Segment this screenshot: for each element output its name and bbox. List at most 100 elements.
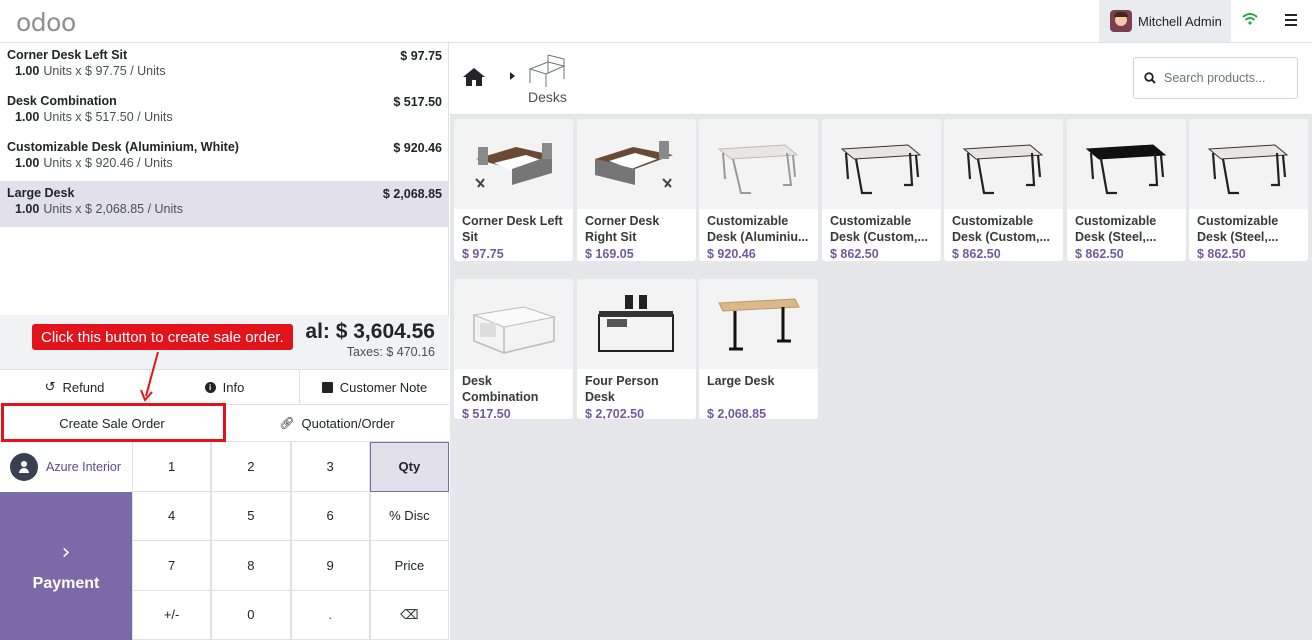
product-panel: Desks Corner Desk Left Sit $ 97.75 [450, 43, 1312, 640]
product-name: Customizable Desk (Aluminiu... [707, 214, 809, 244]
info-label: Info [222, 379, 245, 395]
product-card[interactable]: Customizable Desk (Custom,... $ 862.50 [822, 119, 941, 261]
note-icon [321, 381, 333, 393]
product-card[interactable]: Four Person Desk $ 2,702.50 [577, 279, 696, 419]
user-icon [10, 452, 38, 481]
undo-icon: ↺ [44, 379, 56, 395]
numpad-key-8[interactable]: 8 [211, 541, 291, 591]
numpad: 1 2 3 Qty 4 5 6 % Disc 7 8 9 Price +/- 0… [132, 441, 449, 640]
numpad-key-4[interactable]: 4 [132, 491, 212, 541]
order-line-name: Large Desk [7, 186, 75, 200]
odoo-logo: odoo [16, 8, 76, 37]
payment-button[interactable]: › Payment [0, 492, 132, 640]
product-card[interactable]: Desk Combination $ 517.50 [454, 279, 573, 419]
customer-button[interactable]: Azure Interior [0, 441, 132, 491]
product-image [577, 119, 696, 209]
product-price: $ 862.50 [952, 247, 1001, 261]
order-line-detail: 1.00 Units x $ 920.46 / Units [15, 156, 173, 170]
numpad-key-5[interactable]: 5 [211, 491, 291, 541]
order-line-name: Corner Desk Left Sit [7, 48, 128, 62]
numpad-mode-disc[interactable]: % Disc [369, 491, 449, 541]
order-line[interactable]: Corner Desk Left Sit $ 97.75 1.00 Units x… [0, 43, 449, 89]
product-price: $ 2,702.50 [585, 407, 645, 419]
category-label[interactable]: Desks [528, 89, 567, 105]
product-card[interactable]: Corner Desk Left Sit $ 97.75 [454, 119, 573, 261]
product-price: $ 517.50 [462, 407, 511, 419]
product-card[interactable]: Customizable Desk (Steel,... $ 862.50 [1067, 119, 1186, 261]
backspace-key[interactable]: ⌫ [369, 590, 449, 640]
numpad-mode-qty[interactable]: Qty [369, 442, 449, 492]
top-bar: odoo Mitchell Admin [0, 0, 1312, 43]
refund-label: Refund [62, 379, 105, 395]
search-input[interactable] [1164, 71, 1294, 85]
info-icon: i [204, 381, 216, 393]
chevron-right-icon: › [61, 539, 71, 565]
product-card[interactable]: Large Desk $ 2,068.85 [699, 279, 818, 419]
numpad-key-7[interactable]: 7 [132, 541, 212, 591]
product-card[interactable]: Customizable Desk (Custom,... $ 862.50 [944, 119, 1063, 261]
product-price: $ 2,068.85 [707, 407, 767, 419]
product-price: $ 862.50 [1075, 247, 1124, 261]
product-name: Customizable Desk (Steel,... [1197, 214, 1279, 244]
order-line-detail: 1.00 Units x $ 97.75 / Units [15, 64, 166, 78]
customer-note-label: Customer Note [339, 379, 428, 395]
product-price: $ 920.46 [707, 247, 756, 261]
product-price: $ 862.50 [830, 247, 879, 261]
product-image [822, 119, 941, 209]
product-card[interactable]: Customizable Desk (Aluminiu... $ 920.46 [699, 119, 818, 261]
numpad-key-3[interactable]: 3 [290, 442, 370, 492]
product-card[interactable]: Customizable Desk (Steel,... $ 862.50 [1189, 119, 1308, 261]
product-name: Customizable Desk (Custom,... [952, 214, 1050, 244]
product-image [699, 119, 818, 209]
link-icon: 🔗︎ [279, 416, 295, 430]
order-line[interactable]: Desk Combination $ 517.50 1.00 Units x $ … [0, 89, 449, 135]
order-line[interactable]: Customizable Desk (Aluminium, White) $ 9… [0, 135, 449, 181]
order-line-name: Customizable Desk (Aluminium, White) [7, 140, 239, 154]
quotation-order-button[interactable]: 🔗︎ Quotation/Order [225, 405, 449, 441]
numpad-key-0[interactable]: 0 [211, 590, 291, 640]
desk-category-icon[interactable] [528, 53, 566, 87]
numpad-key-2[interactable]: 2 [211, 442, 291, 492]
user-menu[interactable]: Mitchell Admin [1099, 0, 1231, 42]
control-row-1: ↺ Refund i Info Customer Note [0, 369, 449, 404]
annotation-callout: Click this button to create sale order. [32, 324, 293, 350]
order-line-name: Desk Combination [7, 94, 117, 108]
wifi-icon [1242, 13, 1258, 25]
product-image [454, 279, 573, 369]
numpad-key-9[interactable]: 9 [290, 541, 370, 591]
order-line-price: $ 517.50 [393, 95, 442, 109]
menu-icon[interactable] [1285, 14, 1297, 26]
home-icon[interactable] [462, 67, 486, 87]
search-box[interactable] [1133, 57, 1298, 99]
product-header: Desks [450, 43, 1312, 115]
numpad-key-1[interactable]: 1 [132, 442, 212, 492]
numpad-key-decimal[interactable]: . [290, 590, 370, 640]
search-icon [1144, 72, 1156, 84]
order-taxes: Taxes: $ 470.16 [346, 345, 435, 359]
product-name: Customizable Desk (Steel,... [1075, 214, 1157, 244]
order-line-selected[interactable]: Large Desk $ 2,068.85 1.00 Units x $ 2,06… [0, 181, 449, 227]
product-name: Four Person Desk [585, 374, 659, 404]
product-card[interactable]: Corner Desk Right Sit $ 169.05 [577, 119, 696, 261]
product-name: Customizable Desk (Custom,... [830, 214, 928, 244]
annotation-arrow-icon [140, 351, 159, 402]
numpad-key-6[interactable]: 6 [290, 491, 370, 541]
product-image [699, 279, 818, 369]
product-name: Desk Combination [462, 374, 539, 404]
order-line-price: $ 920.46 [393, 141, 442, 155]
product-price: $ 97.75 [462, 247, 504, 261]
product-image [1189, 119, 1308, 209]
customer-note-button[interactable]: Customer Note [300, 370, 449, 404]
product-name: Corner Desk Right Sit [585, 214, 660, 244]
product-price: $ 862.50 [1197, 247, 1246, 261]
order-line-price: $ 2,068.85 [382, 187, 442, 201]
numpad-key-plus-minus[interactable]: +/- [132, 590, 212, 640]
order-line-detail: 1.00 Units x $ 517.50 / Units [15, 110, 173, 124]
numpad-mode-price[interactable]: Price [369, 541, 449, 591]
info-button[interactable]: i Info [150, 370, 300, 404]
customer-name: Azure Interior [46, 459, 122, 474]
refund-button[interactable]: ↺ Refund [0, 370, 150, 404]
breadcrumb-arrow-icon [510, 72, 515, 80]
product-name: Corner Desk Left Sit [462, 214, 563, 244]
payment-label: Payment [32, 574, 100, 592]
